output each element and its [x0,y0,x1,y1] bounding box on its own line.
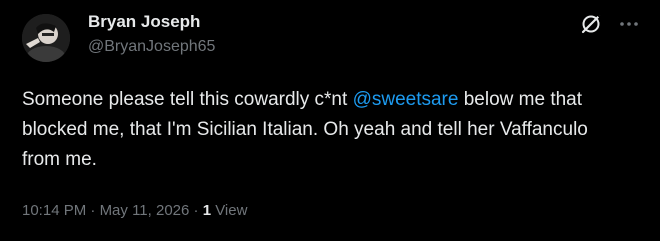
meta-separator: · [189,202,203,219]
more-options-icon[interactable] [616,11,642,37]
author-handle[interactable]: @BryanJoseph65 [88,38,215,56]
meta-separator: · [86,202,100,219]
tweet-time[interactable]: 10:14 PM [22,202,86,219]
tweet-date[interactable]: May 11, 2026 [100,202,190,219]
tweet-text: Someone please tell this cowardly c*nt @… [22,85,622,175]
avatar[interactable] [22,14,70,62]
view-count[interactable]: 1 [203,202,211,219]
tweet-card: Bryan Joseph @BryanJoseph65 Someone plea… [0,0,660,241]
author-display-name[interactable]: Bryan Joseph [88,12,200,32]
view-label[interactable]: View [211,202,247,219]
tweet-text-before: Someone please tell this cowardly c*nt [22,89,353,110]
mention-link[interactable]: @sweetsare [353,89,459,110]
grok-icon[interactable] [578,11,604,37]
tweet-meta: 10:14 PM · May 11, 2026 · 1 View [22,202,247,219]
